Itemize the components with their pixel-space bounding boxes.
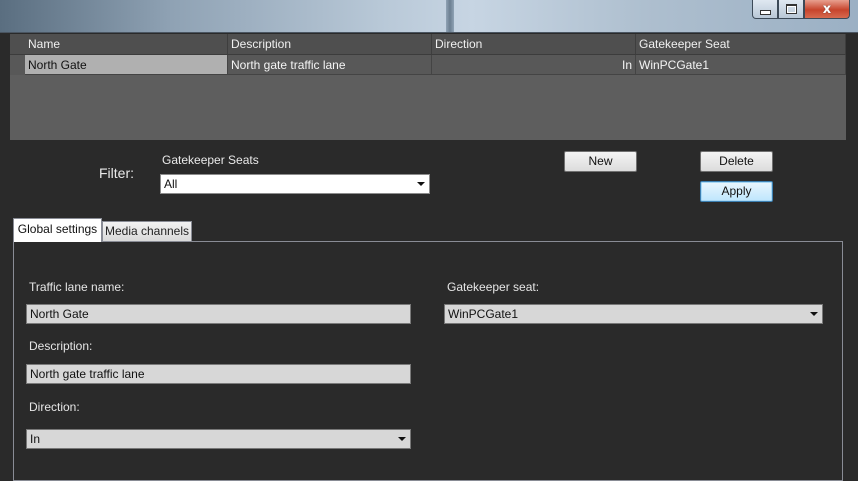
apply-button[interactable]: Apply [700,181,773,202]
grid-header: Name Description Direction Gatekeeper Se… [10,34,846,55]
filter-label: Filter: [99,165,134,181]
maximize-icon [785,4,797,14]
window-controls: x [752,0,850,19]
table-row[interactable]: North Gate North gate traffic lane In Wi… [10,55,846,75]
gatekeeper-seats-filter-value: All [164,177,178,191]
description-input[interactable]: North gate traffic lane [26,364,411,384]
close-button[interactable]: x [804,0,850,19]
window-title-bar: x [0,0,858,33]
gatekeeper-seat-select[interactable]: WinPCGate1 [444,304,823,324]
description-label: Description: [29,339,93,353]
traffic-lane-name-label: Traffic lane name: [29,280,125,294]
column-header-direction[interactable]: Direction [432,34,636,54]
chevron-down-icon[interactable] [806,305,822,323]
traffic-lane-name-input[interactable]: North Gate [26,304,411,324]
cell-name[interactable]: North Gate [25,55,228,75]
gatekeeper-seats-filter-label: Gatekeeper Seats [162,153,259,167]
tab-global-settings[interactable]: Global settings [13,218,102,242]
cell-direction[interactable]: In [432,55,636,75]
minimize-button[interactable] [752,0,778,19]
cell-description[interactable]: North gate traffic lane [228,55,432,75]
minimize-icon [759,9,771,15]
gatekeeper-seats-filter-select[interactable]: All [160,174,430,194]
close-icon: x [822,1,832,17]
direction-value: In [30,432,41,446]
chevron-down-icon[interactable] [413,175,429,193]
title-bar-background-pole [446,0,454,32]
column-header-description[interactable]: Description [228,34,432,54]
maximize-button[interactable] [778,0,804,19]
delete-button[interactable]: Delete [700,151,773,172]
tab-media-channels[interactable]: Media channels [102,221,192,241]
column-header-name[interactable]: Name [25,34,228,54]
direction-label: Direction: [29,400,80,414]
gatekeeper-seat-label: Gatekeeper seat: [447,280,540,294]
cell-gatekeeper-seat[interactable]: WinPCGate1 [636,55,846,75]
direction-select[interactable]: In [26,429,411,449]
gatekeeper-seat-value: WinPCGate1 [448,307,519,321]
chevron-down-icon[interactable] [394,430,410,448]
traffic-lanes-grid[interactable]: Name Description Direction Gatekeeper Se… [10,34,846,140]
new-button[interactable]: New [564,151,637,172]
column-header-gatekeeper-seat[interactable]: Gatekeeper Seat [636,34,846,54]
